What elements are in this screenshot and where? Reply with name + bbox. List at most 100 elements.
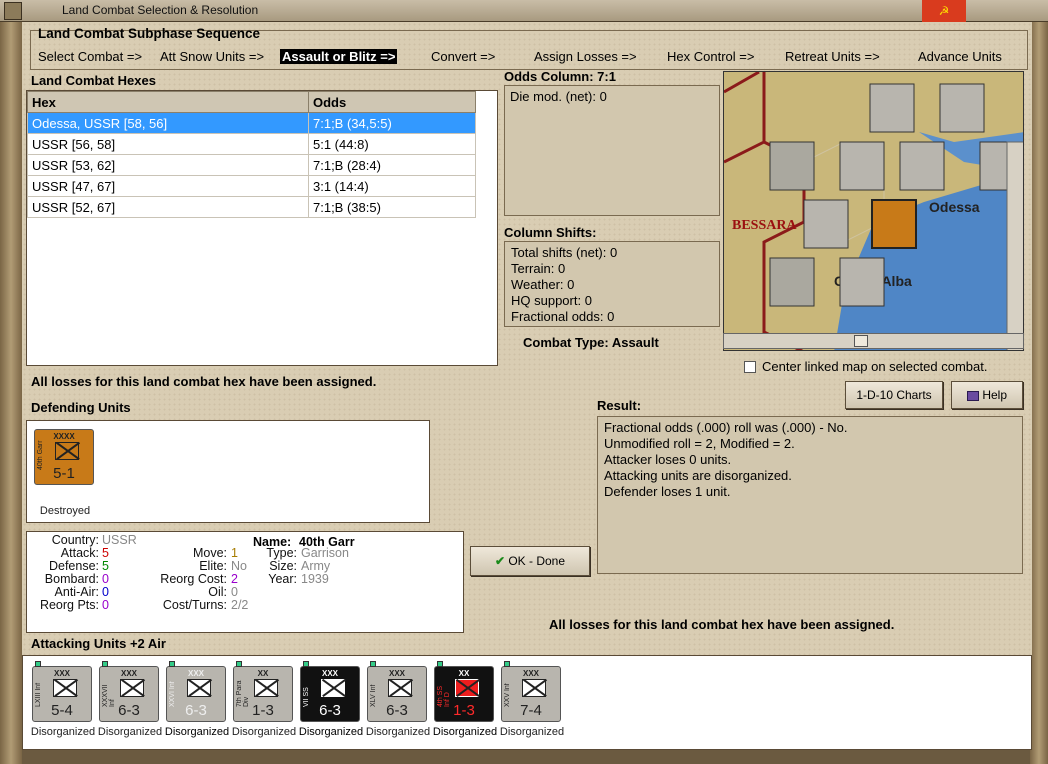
subphase-title: Land Combat Subphase Sequence	[38, 26, 261, 41]
map-counter-air[interactable]	[769, 141, 815, 191]
unit-symbol-icon	[55, 442, 79, 460]
map-counter-infantry[interactable]	[839, 141, 885, 191]
unit-counter-attacker[interactable]: XXX LXIII Inf 5-4 Disorganized	[31, 661, 95, 738]
map-counter-infantry[interactable]	[803, 199, 849, 249]
result-line: Attacker loses 0 units.	[604, 452, 732, 467]
result-line: Defender loses 1 unit.	[604, 484, 731, 499]
unit-counter-defender[interactable]: XXXX 40th Garr 5-1 Destroyed	[34, 429, 94, 517]
odds-column-title: Odds Column: 7:1	[504, 69, 616, 84]
info-mid-labels: Move: Elite: Reorg Cost: Oil: Cost/Turns…	[135, 547, 227, 612]
info-label-reorg-pts: Reorg Pts:	[39, 598, 99, 612]
column-header-odds[interactable]: Odds	[308, 91, 476, 113]
step-select-combat[interactable]: Select Combat =>	[38, 49, 142, 64]
map-hscrollbar[interactable]	[723, 333, 1024, 349]
map-canvas[interactable]: BESSARA Odessa C a-Alba	[724, 72, 1024, 351]
unit-status-dot	[102, 661, 108, 667]
unit-status-dot	[169, 661, 175, 667]
map-counter-defender[interactable]	[871, 199, 917, 249]
unit-symbol-icon	[522, 679, 546, 697]
hex-cell: USSR [56, 58]	[27, 133, 309, 155]
unit-counter-attacker[interactable]: XX 7th Para Div 1-3 Disorganized	[232, 661, 296, 738]
step-retreat-units[interactable]: Retreat Units =>	[785, 49, 880, 64]
unit-value: 7-4	[520, 702, 542, 719]
close-button[interactable]: ☭	[922, 0, 966, 22]
center-map-checkbox[interactable]	[744, 361, 756, 373]
info-right-values: Garrison Army 1939	[301, 547, 349, 586]
odds-cell: 7:1;B (34,5:5)	[308, 112, 476, 134]
unit-symbol-icon	[120, 679, 144, 697]
step-advance-units[interactable]: Advance Units	[918, 49, 1002, 64]
hexes-table: Hex Odds Odessa, USSR [58, 56] 7:1;B (34…	[27, 91, 476, 218]
charts-button[interactable]: 1-D-10 Charts	[845, 381, 943, 409]
help-book-icon	[966, 390, 979, 401]
shift-total: Total shifts (net): 0	[511, 245, 618, 260]
hex-cell: Odessa, USSR [58, 56]	[27, 112, 309, 134]
window-frame-right	[1030, 22, 1048, 764]
table-row[interactable]: USSR [56, 58] 5:1 (44:8)	[27, 133, 476, 155]
step-att-snow-units[interactable]: Att Snow Units =>	[160, 49, 264, 64]
map-counter-infantry[interactable]	[869, 83, 915, 133]
map-counter-infantry[interactable]	[939, 83, 985, 133]
ok-done-button[interactable]: ✔ OK - Done	[470, 546, 590, 576]
info-label-year: Year:	[268, 572, 297, 586]
step-assault-or-blitz[interactable]: Assault or Blitz =>	[280, 49, 398, 64]
help-button[interactable]: Help	[951, 381, 1023, 409]
unit-value: 5-4	[51, 702, 73, 719]
unit-value: 5-1	[53, 465, 75, 482]
die-mod-panel: Die mod. (net): 0	[504, 85, 720, 216]
unit-counter-attacker[interactable]: XXX VII SS 6-3 Disorganized	[299, 661, 363, 738]
hexes-list: Hex Odds Odessa, USSR [58, 56] 7:1;B (34…	[26, 90, 498, 366]
hexes-title: Land Combat Hexes	[31, 73, 156, 88]
table-row[interactable]: USSR [47, 67] 3:1 (14:4)	[27, 175, 476, 197]
unit-status: Destroyed	[39, 505, 91, 517]
map-label-bessara: BESSARA	[732, 218, 797, 233]
unit-status-dot	[236, 661, 242, 667]
result-panel: Fractional odds (.000) roll was (.000) -…	[597, 416, 1023, 574]
result-line: Fractional odds (.000) roll was (.000) -…	[604, 420, 848, 435]
step-hex-control[interactable]: Hex Control =>	[667, 49, 754, 64]
shift-fractional-odds: Fractional odds: 0	[511, 309, 615, 324]
hex-cell: USSR [47, 67]	[27, 175, 309, 197]
map-counter-air[interactable]	[769, 257, 815, 307]
losses-assigned-message: All losses for this land combat hex have…	[31, 374, 377, 389]
shift-hq-support: HQ support: 0	[511, 293, 592, 308]
table-row[interactable]: USSR [52, 67] 7:1;B (38:5)	[27, 196, 476, 218]
unit-counter-attacker[interactable]: XXX XLV Inf 6-3 Disorganized	[366, 661, 430, 738]
unit-value: 6-3	[386, 702, 408, 719]
defending-units-panel: XXXX 40th Garr 5-1 Destroyed	[26, 420, 430, 523]
unit-symbol-icon	[53, 679, 77, 697]
unit-value: 1-3	[252, 702, 274, 719]
dialog-body: Land Combat Subphase Sequence Select Com…	[22, 22, 1032, 750]
info-value-year: 1939	[301, 572, 329, 586]
unit-symbol-icon	[254, 679, 278, 697]
table-row[interactable]: USSR [53, 62] 7:1;B (28:4)	[27, 154, 476, 176]
unit-status-dot	[35, 661, 41, 667]
map-counter-infantry[interactable]	[899, 141, 945, 191]
unit-symbol-icon	[388, 679, 412, 697]
result-line: Attacking units are disorganized.	[604, 468, 792, 483]
unit-counter-attacker[interactable]: XX 4th SS Inf D 1-3 Disorganized	[433, 661, 497, 738]
center-map-label: Center linked map on selected combat.	[762, 359, 988, 374]
info-labels: Country: Attack: Defense: Bombard: Anti-…	[33, 534, 99, 612]
table-row[interactable]: Odessa, USSR [58, 56] 7:1;B (34,5:5)	[27, 112, 476, 134]
step-convert[interactable]: Convert =>	[431, 49, 495, 64]
odds-cell: 5:1 (44:8)	[308, 133, 476, 155]
shift-weather: Weather: 0	[511, 277, 575, 292]
unit-counter-attacker[interactable]: XXX XXXVII Inf 6-3 Disorganized	[98, 661, 162, 738]
map-counter-infantry[interactable]	[839, 257, 885, 307]
unit-value: 6-3	[319, 702, 341, 719]
map-hscroll-thumb[interactable]	[854, 335, 868, 347]
help-button-label: Help	[982, 388, 1008, 402]
defending-units-title: Defending Units	[31, 400, 131, 415]
column-header-hex[interactable]: Hex	[27, 91, 309, 113]
combat-type: Combat Type: Assault	[523, 335, 659, 350]
attacking-units-title: Attacking Units +2 Air	[31, 636, 166, 651]
map-vscrollbar[interactable]	[1006, 141, 1024, 351]
odds-cell: 3:1 (14:4)	[308, 175, 476, 197]
unit-counter-attacker[interactable]: XXX XXVI Inf 6-3 Disorganized	[165, 661, 229, 738]
linked-map[interactable]: BESSARA Odessa C a-Alba	[723, 71, 1024, 351]
step-assign-losses[interactable]: Assign Losses =>	[534, 49, 637, 64]
info-values: USSR 5 5 0 0 0	[102, 534, 137, 612]
unit-counter-attacker[interactable]: XXX XXV Inf 7-4 Disorganized	[500, 661, 564, 738]
unit-value: 1-3	[453, 702, 475, 719]
